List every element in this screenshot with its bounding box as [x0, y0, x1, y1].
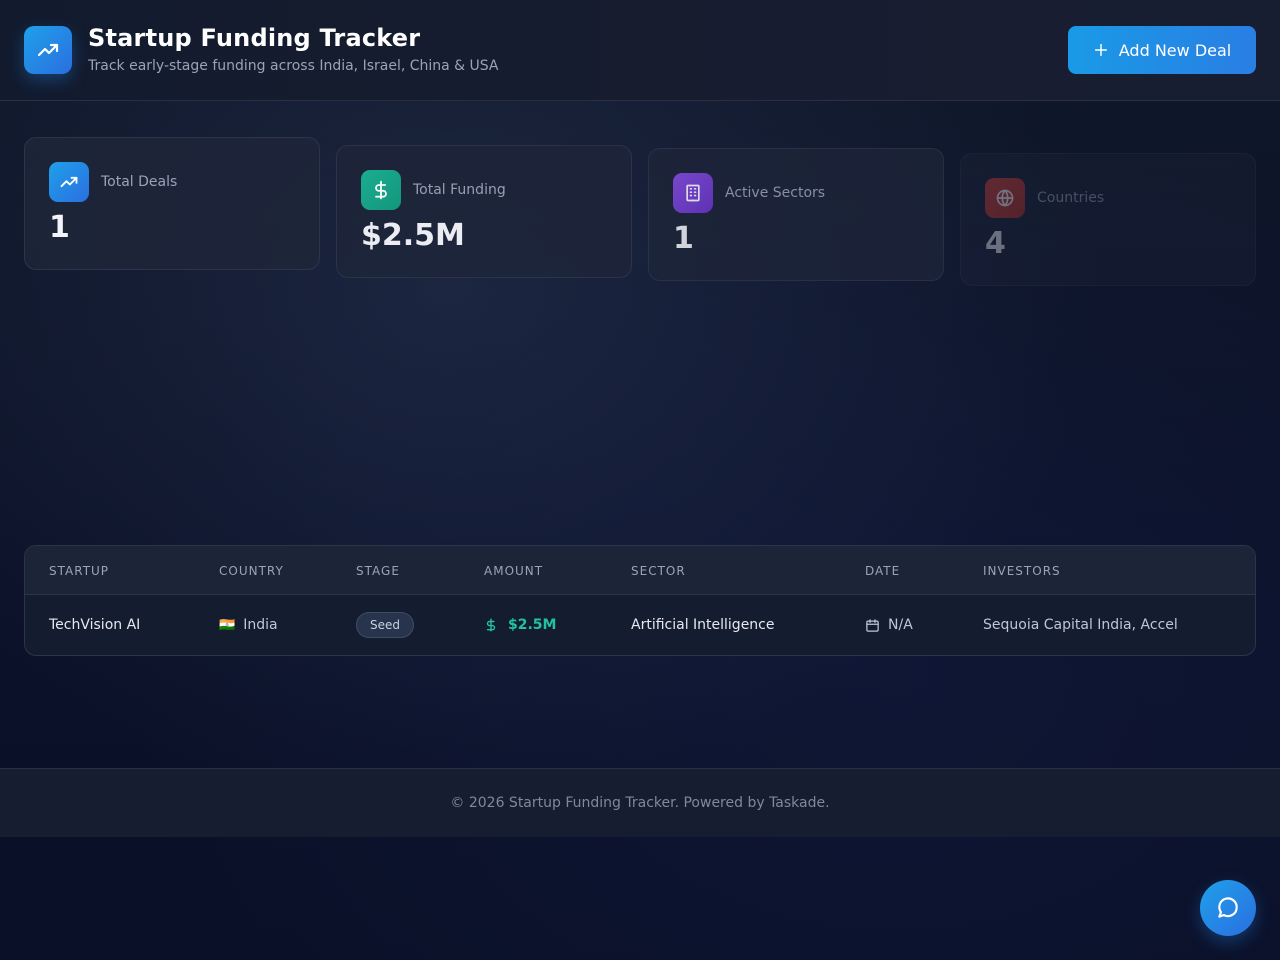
- stat-label: Countries: [1037, 190, 1105, 206]
- stat-value: 1: [673, 221, 694, 256]
- investors-cell: Sequoia Capital India, Accel: [983, 617, 1178, 633]
- add-new-deal-label: Add New Deal: [1118, 40, 1232, 60]
- stat-card-active-sectors: Active Sectors 1: [648, 148, 944, 281]
- date-cell: N/A: [865, 617, 913, 633]
- stat-label: Total Deals: [101, 174, 178, 190]
- dollar-icon: [486, 618, 496, 632]
- dollar-icon: [375, 180, 387, 200]
- app-footer: © 2026 Startup Funding Tracker. Powered …: [0, 768, 1280, 837]
- column-header-country: COUNTRY: [219, 564, 284, 578]
- globe-icon: [996, 189, 1014, 207]
- column-header-startup: STARTUP: [49, 564, 110, 578]
- table-header: STARTUP COUNTRY STAGE AMOUNT SECTOR DATE…: [25, 546, 1255, 595]
- stat-icon-box: [673, 173, 713, 213]
- building-icon: [686, 184, 700, 202]
- stat-icon-box: [49, 162, 89, 202]
- amount-value: $2.5M: [508, 617, 557, 633]
- stat-value: 1: [49, 210, 70, 245]
- app-title: Startup Funding Tracker: [88, 24, 421, 52]
- amount-cell: $2.5M: [484, 617, 556, 633]
- column-header-investors: INVESTORS: [983, 564, 1061, 578]
- stat-value: 4: [985, 226, 1006, 261]
- calendar-icon: [866, 618, 879, 632]
- table-row[interactable]: TechVision AI 🇮🇳 India Seed $2.5M Artifi…: [25, 595, 1255, 655]
- stat-label: Active Sectors: [725, 185, 826, 201]
- india-flag-icon: 🇮🇳: [219, 617, 236, 633]
- chat-bubble-icon: [1218, 897, 1238, 918]
- date-value: N/A: [888, 617, 913, 633]
- stat-value: $2.5M: [361, 218, 465, 253]
- stat-icon-box: [361, 170, 401, 210]
- column-header-sector: SECTOR: [631, 564, 686, 578]
- column-header-stage: STAGE: [356, 564, 400, 578]
- deals-table: STARTUP COUNTRY STAGE AMOUNT SECTOR DATE…: [24, 545, 1256, 656]
- chat-button[interactable]: [1200, 880, 1256, 936]
- app-header: Startup Funding Tracker Track early-stag…: [0, 0, 1280, 101]
- stat-icon-box: [985, 178, 1025, 218]
- stat-label: Total Funding: [413, 182, 506, 198]
- stage-badge: Seed: [356, 612, 414, 638]
- footer-text: © 2026 Startup Funding Tracker. Powered …: [450, 795, 830, 811]
- app-subtitle: Track early-stage funding across India, …: [88, 58, 499, 74]
- column-header-date: DATE: [865, 564, 901, 578]
- stat-card-countries: Countries 4: [960, 153, 1256, 286]
- trending-up-icon: [37, 43, 59, 57]
- add-new-deal-button[interactable]: Add New Deal: [1068, 26, 1256, 74]
- startup-name: TechVision AI: [49, 617, 141, 633]
- sector-cell: Artificial Intelligence: [631, 617, 775, 633]
- app-logo: [24, 26, 72, 74]
- country-cell: 🇮🇳 India: [219, 617, 278, 633]
- stat-card-total-deals: Total Deals 1: [24, 137, 320, 270]
- column-header-amount: AMOUNT: [484, 564, 544, 578]
- country-name: India: [243, 617, 278, 633]
- stat-card-total-funding: Total Funding $2.5M: [336, 145, 632, 278]
- plus-icon: [1094, 43, 1107, 57]
- trending-up-icon: [60, 176, 78, 188]
